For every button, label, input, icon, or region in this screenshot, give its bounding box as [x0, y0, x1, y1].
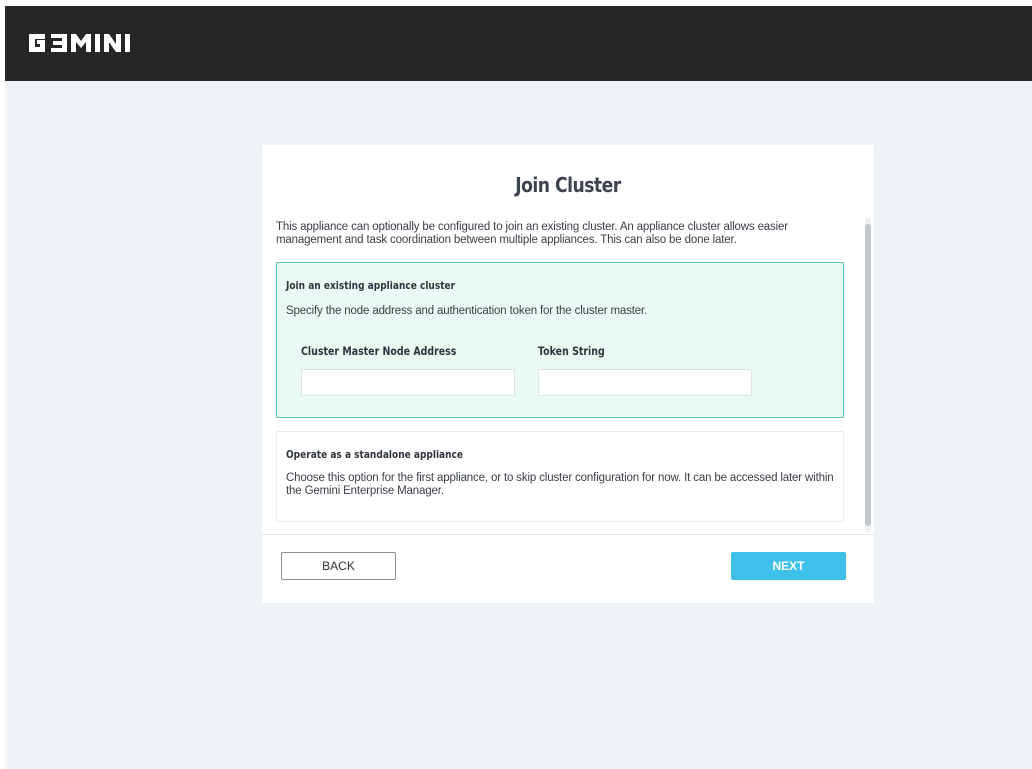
token-string-label: Token String — [538, 344, 605, 358]
scrollbar-thumb[interactable] — [865, 224, 871, 526]
standalone-option[interactable]: Operate as a standalone appliance Choose… — [276, 431, 844, 522]
cluster-master-address-input[interactable] — [301, 369, 515, 396]
back-button[interactable]: BACK — [281, 552, 396, 580]
join-option-description: Specify the node address and authenticat… — [286, 305, 648, 317]
cluster-master-address-label: Cluster Master Node Address — [301, 344, 457, 358]
page-title: Join Cluster — [515, 173, 621, 197]
join-option-title: Join an existing appliance cluster — [286, 279, 456, 292]
footer-divider — [262, 534, 874, 535]
token-string-input[interactable] — [538, 369, 752, 396]
standalone-option-description: Choose this option for the first applian… — [286, 472, 834, 497]
options-scroll-region[interactable]: This appliance can optionally be configu… — [276, 221, 862, 531]
scrollbar[interactable] — [865, 218, 871, 532]
intro-text: This appliance can optionally be configu… — [276, 221, 788, 246]
standalone-option-title: Operate as a standalone appliance — [286, 448, 464, 461]
next-button[interactable]: NEXT — [731, 552, 846, 580]
join-cluster-card: Join Cluster This appliance can optional… — [262, 145, 874, 603]
gemini-logo — [29, 28, 149, 58]
join-cluster-option[interactable]: Join an existing appliance cluster Speci… — [276, 262, 844, 418]
top-bar — [5, 6, 1032, 81]
app-frame: Join Cluster This appliance can optional… — [5, 6, 1032, 769]
logo-icon — [29, 34, 130, 52]
